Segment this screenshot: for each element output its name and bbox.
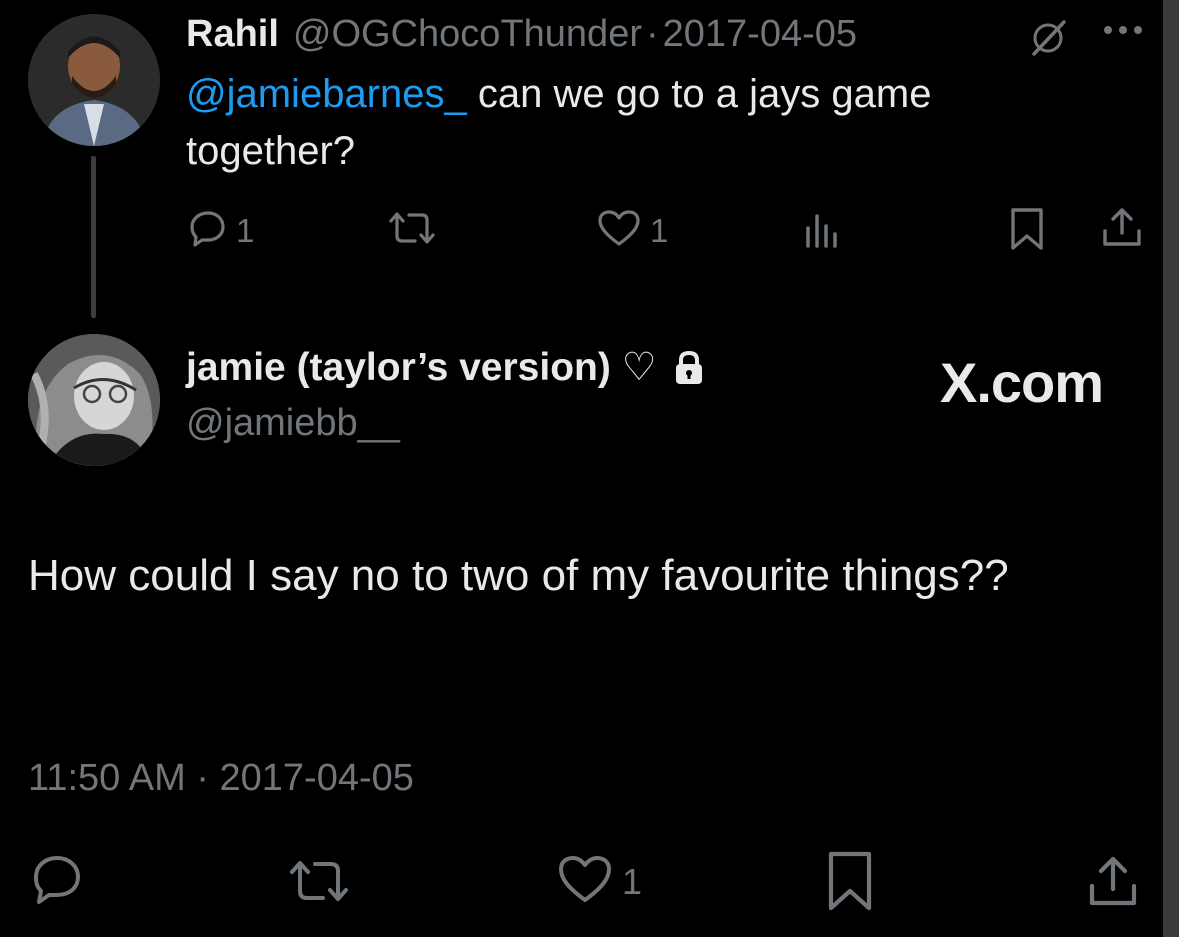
separator: · xyxy=(645,12,659,55)
views-button[interactable] xyxy=(802,208,842,253)
like-count: 1 xyxy=(622,860,643,902)
display-name[interactable]: Rahil xyxy=(186,13,279,56)
lock-icon xyxy=(673,350,705,386)
retweet-icon xyxy=(286,856,352,911)
date[interactable]: 2017-04-05 xyxy=(663,13,857,56)
views-icon xyxy=(802,208,842,253)
reply-button[interactable]: 1 xyxy=(188,208,254,253)
like-button[interactable]: 1 xyxy=(596,208,668,253)
brand-watermark: X.com xyxy=(940,351,1104,414)
avatar[interactable] xyxy=(28,334,160,466)
timestamp[interactable]: 11:50 AM · 2017-04-05 xyxy=(28,757,414,800)
handle[interactable]: @OGChocoThunder xyxy=(293,13,642,56)
tweet1-header: Rahil @OGChocoThunder · 2017-04-05 xyxy=(186,8,857,60)
share-button[interactable] xyxy=(1100,205,1144,254)
reply-icon xyxy=(30,852,84,911)
more-icon[interactable] xyxy=(1100,20,1146,45)
tweet1-text: @jamiebarnes_ can we go to a jays game t… xyxy=(186,66,1086,180)
bookmark-button[interactable] xyxy=(826,850,874,917)
like-button[interactable]: 1 xyxy=(556,853,642,910)
reply-icon xyxy=(188,208,228,253)
share-icon xyxy=(1100,205,1144,254)
tweet2-text: How could I say no to two of my favourit… xyxy=(28,551,1009,600)
grok-icon[interactable] xyxy=(1026,16,1070,65)
reply-count: 1 xyxy=(236,211,255,249)
like-icon xyxy=(596,208,642,253)
display-name-text: jamie (taylor’s version) ♡ xyxy=(186,346,657,389)
share-button[interactable] xyxy=(1086,853,1140,914)
handle[interactable]: @jamiebb__ xyxy=(186,402,400,445)
mention-link[interactable]: @jamiebarnes_ xyxy=(186,72,467,116)
retweet-button[interactable] xyxy=(286,856,352,911)
thread-connector xyxy=(91,156,96,318)
like-count: 1 xyxy=(650,211,669,249)
like-icon xyxy=(556,853,614,910)
avatar[interactable] xyxy=(28,14,160,146)
retweet-icon xyxy=(385,208,439,253)
retweet-button[interactable] xyxy=(385,208,439,253)
share-icon xyxy=(1086,853,1140,914)
bookmark-button[interactable] xyxy=(1008,206,1046,257)
scrollbar-track[interactable] xyxy=(1163,0,1179,937)
bookmark-icon xyxy=(826,850,874,917)
display-name[interactable]: jamie (taylor’s version) ♡ xyxy=(186,345,705,390)
bookmark-icon xyxy=(1008,206,1046,257)
reply-button[interactable] xyxy=(30,852,84,911)
